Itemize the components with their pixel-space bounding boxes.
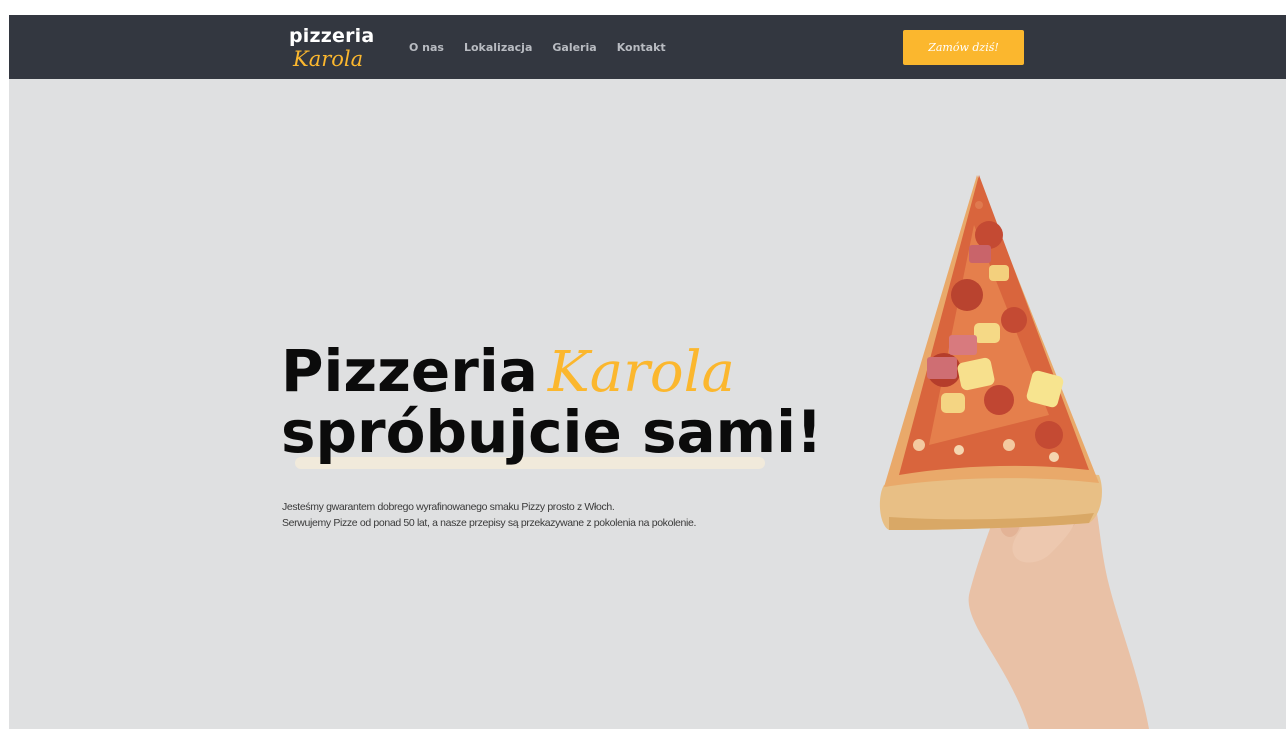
nav-link-kontakt[interactable]: Kontakt bbox=[617, 41, 666, 54]
order-now-button[interactable]: Zamów dziś! bbox=[903, 30, 1024, 65]
pizza-slice-in-hand-image bbox=[879, 175, 1149, 729]
hero-title-line2-text: spróbujcie sami! bbox=[281, 398, 823, 467]
hero-description-line2: Serwujemy Pizze od ponad 50 lat, a nasze… bbox=[282, 517, 697, 530]
logo-name-top: pizzeria bbox=[289, 25, 375, 47]
hero-title-word: Pizzeria bbox=[281, 337, 538, 405]
page-viewport: pizzeria Karola O nas Lokalizacja Galeri… bbox=[9, 15, 1286, 729]
hero-title-line1: Pizzeria Karola bbox=[281, 340, 841, 403]
hero-title-accent: Karola bbox=[547, 340, 735, 405]
hero-description: Jesteśmy gwarantem dobrego wyrafinowaneg… bbox=[282, 499, 802, 532]
hero-description-line1: Jesteśmy gwarantem dobrego wyrafinowaneg… bbox=[282, 501, 615, 513]
nav-link-o-nas[interactable]: O nas bbox=[409, 41, 444, 54]
navbar: pizzeria Karola O nas Lokalizacja Galeri… bbox=[9, 15, 1286, 79]
logo[interactable]: pizzeria Karola bbox=[289, 25, 379, 73]
nav-link-galeria[interactable]: Galeria bbox=[552, 41, 596, 54]
nav-link-lokalizacja[interactable]: Lokalizacja bbox=[464, 41, 532, 54]
hero-title: Pizzeria Karola spróbujcie sami! bbox=[281, 340, 841, 470]
hero-title-line2: spróbujcie sami! bbox=[281, 398, 841, 470]
nav-links: O nas Lokalizacja Galeria Kontakt bbox=[409, 41, 666, 54]
logo-name-bottom: Karola bbox=[293, 47, 364, 71]
